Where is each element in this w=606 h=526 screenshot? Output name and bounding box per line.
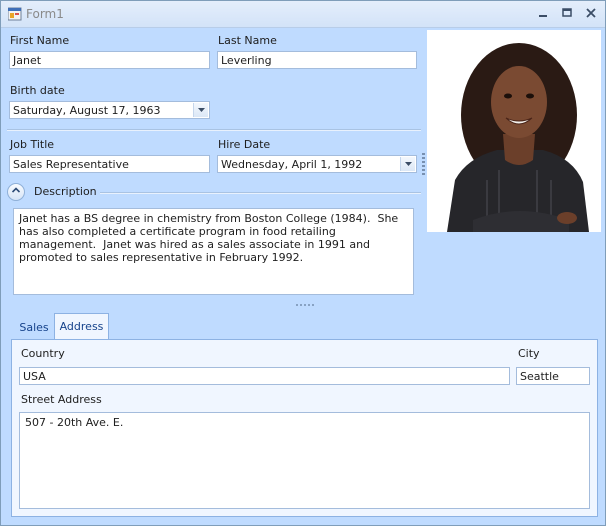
close-button[interactable] bbox=[580, 5, 602, 23]
birth-date-label: Birth date bbox=[10, 84, 65, 97]
description-collapse-button[interactable] bbox=[7, 183, 25, 201]
tab-sales[interactable]: Sales bbox=[15, 315, 53, 341]
description-group-line bbox=[100, 192, 421, 194]
section-divider bbox=[7, 129, 421, 131]
country-field[interactable]: USA bbox=[19, 367, 510, 385]
city-field[interactable]: Seattle bbox=[516, 367, 590, 385]
maximize-button[interactable] bbox=[556, 5, 578, 23]
title-bar[interactable]: Form1 bbox=[1, 1, 605, 28]
job-title-label: Job Title bbox=[10, 138, 55, 151]
hire-date-dropdown-button[interactable] bbox=[400, 157, 415, 171]
form-app-icon bbox=[8, 7, 22, 21]
last-name-label: Last Name bbox=[218, 34, 277, 47]
employee-photo bbox=[427, 30, 601, 232]
last-name-field[interactable]: Leverling bbox=[217, 51, 417, 69]
first-name-field[interactable]: Janet bbox=[9, 51, 210, 69]
first-name-label: First Name bbox=[10, 34, 70, 47]
splitter-grip[interactable] bbox=[295, 300, 315, 309]
city-label: City bbox=[518, 347, 540, 360]
chevron-down-icon bbox=[197, 108, 205, 112]
description-group-label: Description bbox=[34, 185, 97, 198]
hire-date-value: Wednesday, April 1, 1992 bbox=[221, 158, 363, 171]
minimize-button[interactable] bbox=[532, 5, 554, 23]
portrait-image bbox=[427, 30, 601, 232]
maximize-icon bbox=[562, 8, 572, 17]
birth-date-dropdown-button[interactable] bbox=[193, 103, 208, 117]
chevron-up-icon bbox=[11, 187, 21, 193]
birth-date-picker[interactable]: Saturday, August 17, 1963 bbox=[9, 101, 210, 119]
form-window: Form1 First Name Janet Last Name Leverli… bbox=[0, 0, 606, 526]
hire-date-label: Hire Date bbox=[218, 138, 271, 151]
close-icon bbox=[586, 8, 596, 18]
tab-address[interactable]: Address bbox=[54, 313, 109, 340]
street-address-memo[interactable]: 507 - 20th Ave. E. bbox=[19, 412, 590, 509]
splitter-dots-icon bbox=[296, 304, 314, 306]
description-memo[interactable]: Janet has a BS degree in chemistry from … bbox=[13, 208, 414, 295]
window-title: Form1 bbox=[26, 7, 64, 21]
resize-grip[interactable] bbox=[422, 153, 425, 175]
street-address-label: Street Address bbox=[21, 393, 102, 406]
minimize-icon bbox=[539, 15, 547, 17]
birth-date-value: Saturday, August 17, 1963 bbox=[13, 104, 161, 117]
chevron-down-icon bbox=[404, 162, 412, 166]
job-title-field[interactable]: Sales Representative bbox=[9, 155, 210, 173]
hire-date-picker[interactable]: Wednesday, April 1, 1992 bbox=[217, 155, 417, 173]
country-label: Country bbox=[21, 347, 65, 360]
